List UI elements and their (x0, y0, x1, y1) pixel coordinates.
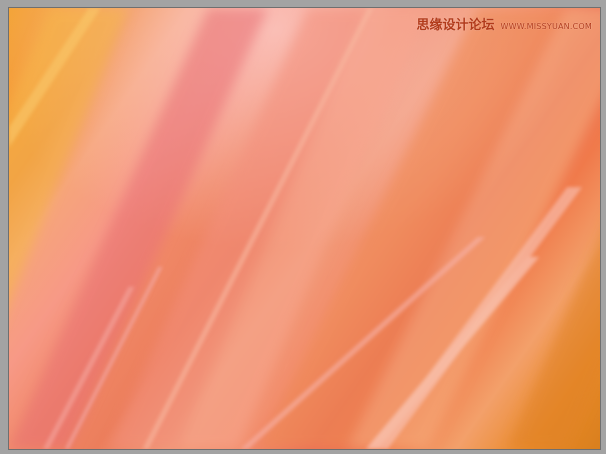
blurred-streaks-image: 思缘设计论坛 WWW.MISSYUAN.COM (8, 7, 601, 450)
image-frame: 思缘设计论坛 WWW.MISSYUAN.COM (0, 0, 606, 454)
streak-overlay (9, 8, 600, 449)
